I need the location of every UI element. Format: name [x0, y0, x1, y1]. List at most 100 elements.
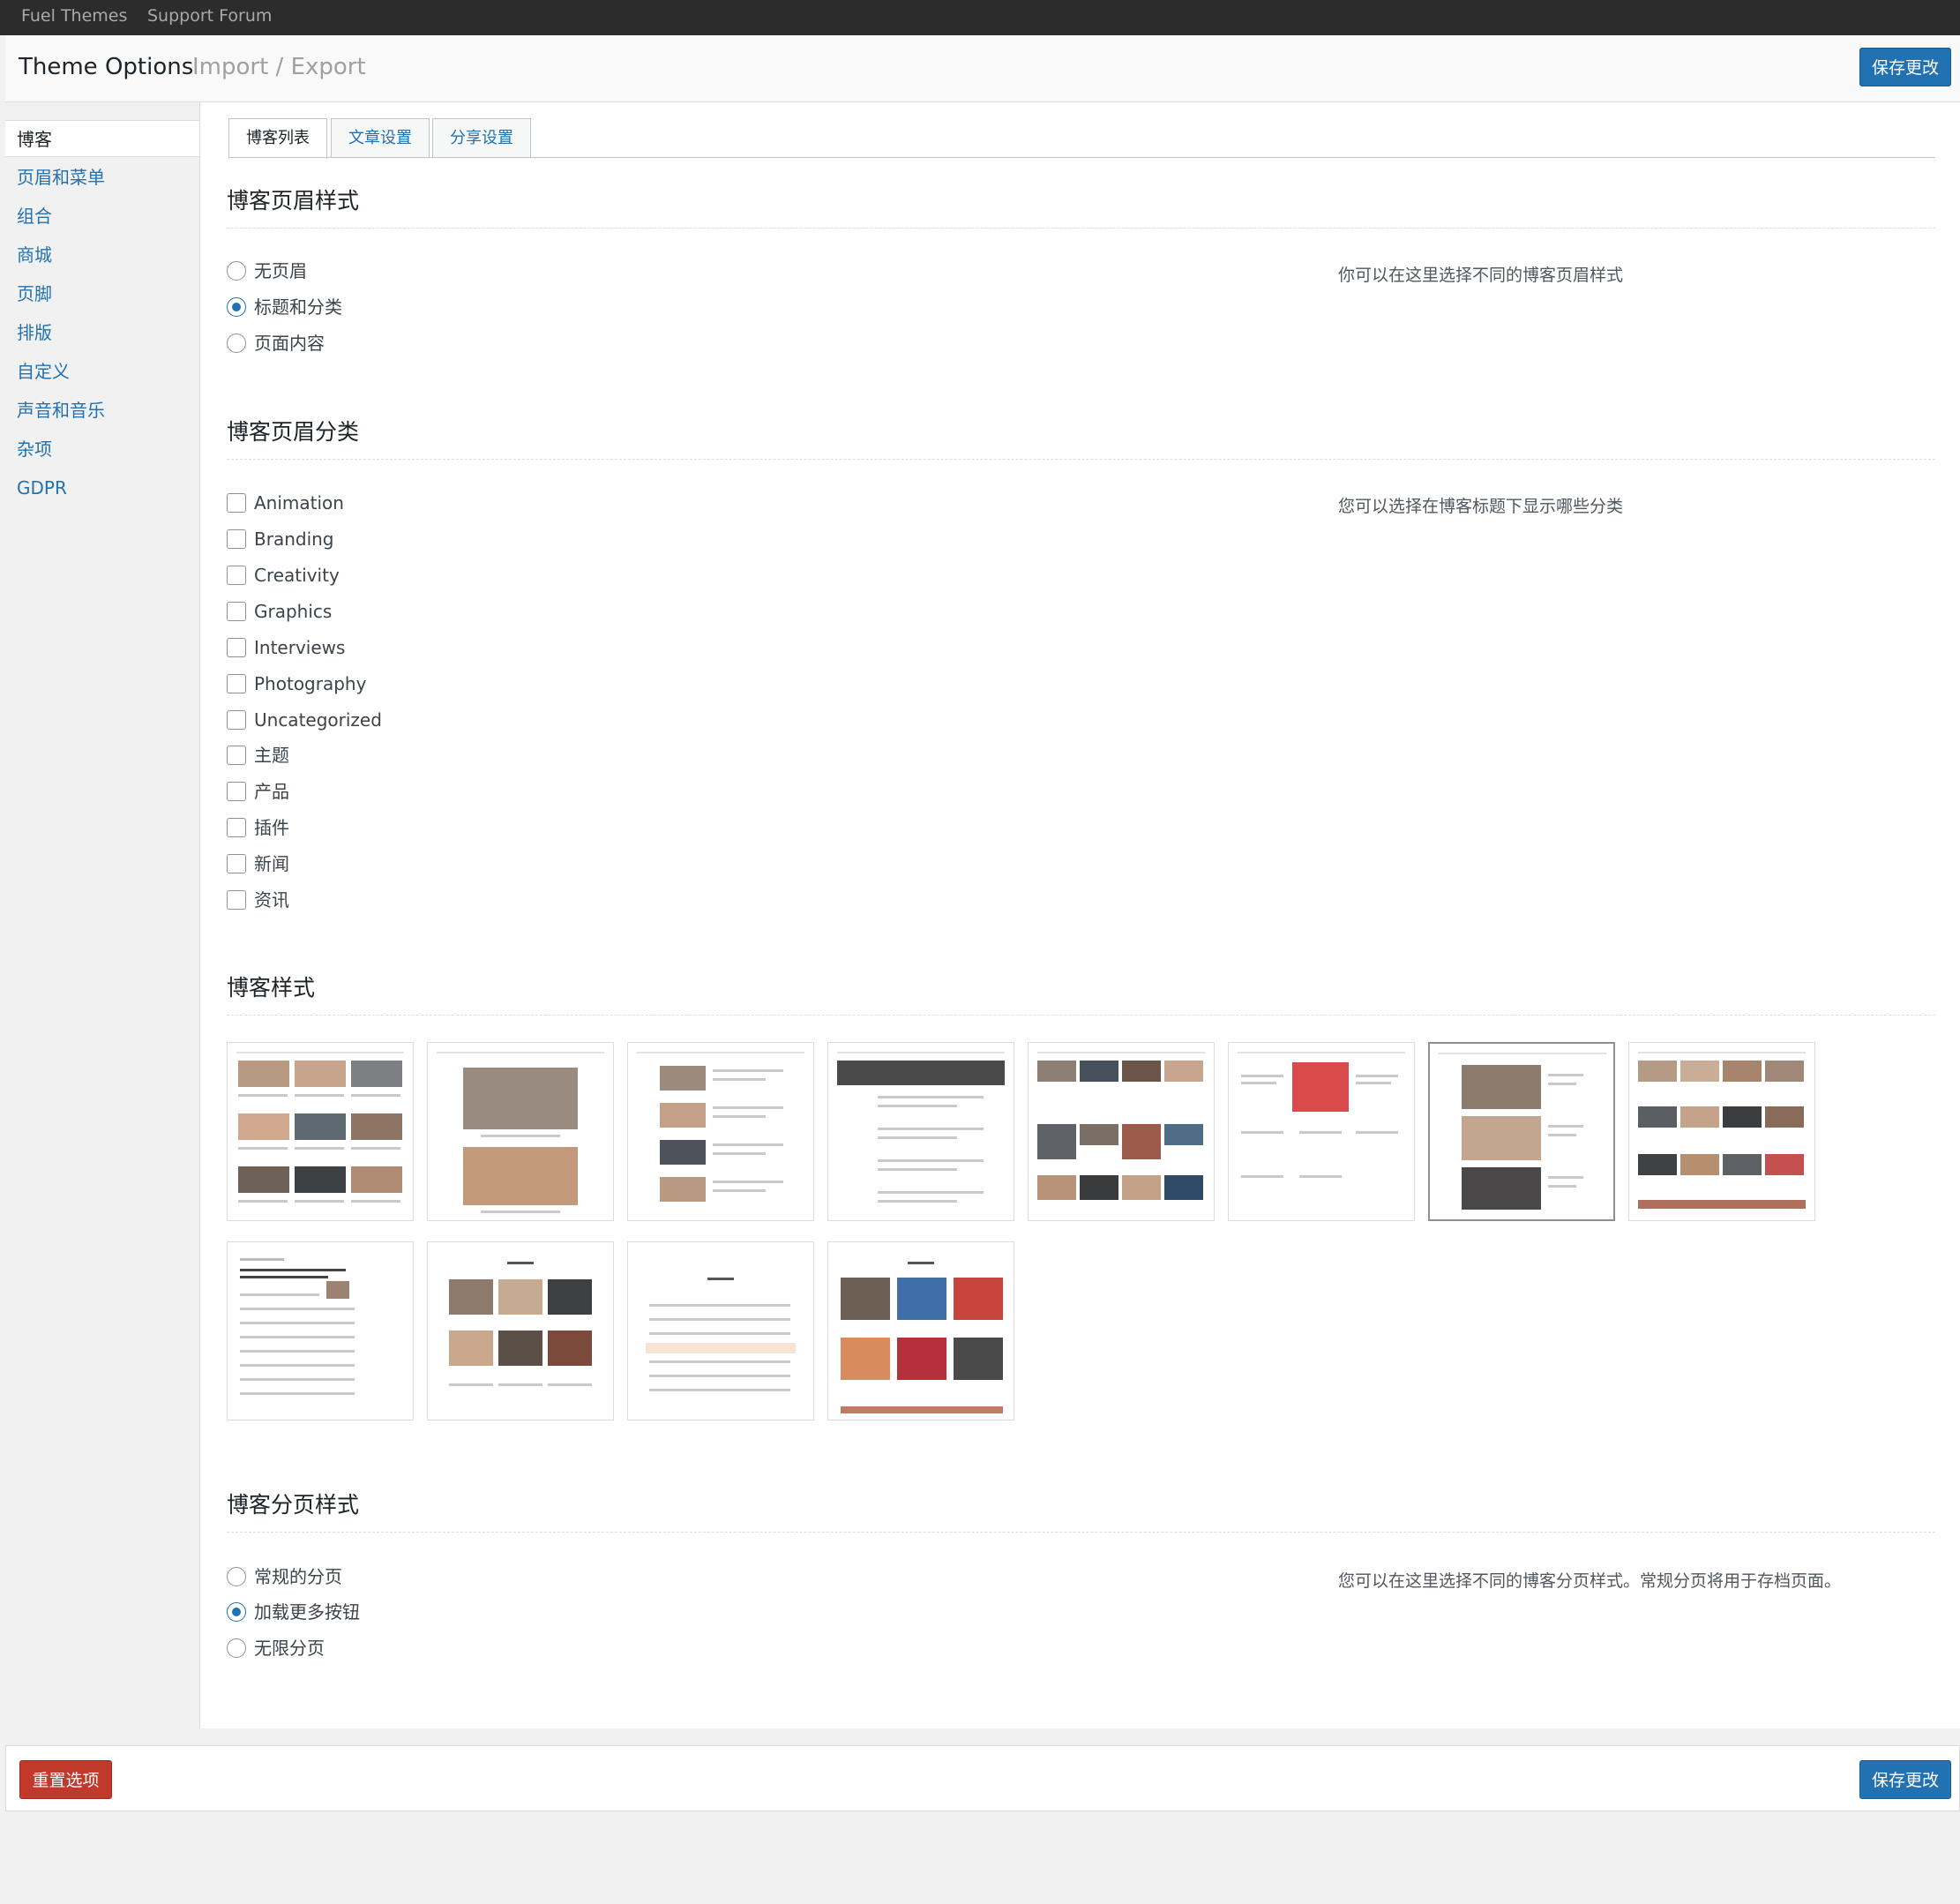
page-title[interactable]: Theme Options [19, 54, 193, 80]
radio-circle[interactable] [227, 1566, 246, 1586]
checkbox-interviews[interactable]: Interviews [227, 635, 345, 660]
header-categories-description: 您可以选择在博客标题下显示哪些分类 [1338, 497, 1624, 516]
section-divider [227, 228, 1935, 229]
checkbox-box[interactable] [227, 601, 246, 621]
sidebar-item-blog[interactable]: 博客 [5, 120, 199, 157]
checkbox-label: Creativity [254, 565, 340, 586]
sidebar-item-custom[interactable]: 自定义 [5, 353, 199, 390]
tab-share-settings[interactable]: 分享设置 [432, 118, 531, 158]
checkbox-product[interactable]: 产品 [227, 779, 289, 804]
blog-style-thumb-1[interactable] [227, 1042, 414, 1221]
radio-circle[interactable] [227, 260, 246, 281]
radio-circle[interactable] [227, 333, 246, 353]
checkbox-box[interactable] [227, 817, 246, 837]
tab-post-settings[interactable]: 文章设置 [331, 118, 430, 158]
sidebar-item-gdpr[interactable]: GDPR [5, 469, 199, 506]
checkbox-box[interactable] [227, 889, 246, 910]
checkbox-photography[interactable]: Photography [227, 671, 366, 696]
radio-regular-pagination[interactable]: 常规的分页 [227, 1564, 342, 1589]
tab-blog-list[interactable]: 博客列表 [228, 118, 327, 159]
checkbox-box[interactable] [227, 781, 246, 801]
checkbox-creativity[interactable]: Creativity [227, 563, 340, 588]
checkbox-label: Uncategorized [254, 709, 382, 731]
checkbox-box[interactable] [227, 565, 246, 585]
section-divider [227, 1532, 1935, 1533]
sidebar-item-misc[interactable]: 杂项 [5, 431, 199, 468]
pagination-description: 您可以在这里选择不同的博客分页样式。常规分页将用于存档页面。 [1338, 1571, 1842, 1591]
section-title-pagination: 博客分页样式 [227, 1492, 360, 1518]
sidebar-item-typography[interactable]: 排版 [5, 314, 199, 351]
checkbox-graphics[interactable]: Graphics [227, 599, 332, 624]
checkbox-uncategorized[interactable]: Uncategorized [227, 708, 382, 732]
sidebar-item-sound-music[interactable]: 声音和音乐 [5, 392, 199, 429]
section-title-blog-style: 博客样式 [227, 975, 316, 1001]
radio-page-content[interactable]: 页面内容 [227, 331, 325, 356]
checkbox-box[interactable] [227, 709, 246, 730]
radio-label: 常规的分页 [254, 1566, 342, 1587]
radio-circle[interactable] [227, 1638, 246, 1658]
sidebar-item-portfolio[interactable]: 组合 [5, 198, 199, 235]
radio-infinite-scroll[interactable]: 无限分页 [227, 1636, 325, 1660]
checkbox-label: 主题 [254, 745, 289, 766]
options-header: Theme Options Import / Export 保存更改 [5, 35, 1960, 102]
admin-top-bar: Fuel Themes Support Forum [0, 0, 1960, 35]
checkbox-animation[interactable]: Animation [227, 491, 344, 515]
checkbox-box[interactable] [227, 673, 246, 693]
import-export-link[interactable]: Import / Export [192, 54, 366, 80]
blog-style-thumb-7-selected[interactable] [1428, 1042, 1615, 1221]
checkbox-label: Animation [254, 492, 344, 513]
save-button-top[interactable]: 保存更改 [1859, 48, 1951, 86]
radio-title-category[interactable]: 标题和分类 [227, 295, 342, 319]
checkbox-box[interactable] [227, 853, 246, 873]
checkbox-label: 资讯 [254, 889, 289, 911]
blog-style-thumb-4[interactable] [827, 1042, 1014, 1221]
checkbox-label: Interviews [254, 637, 346, 658]
blog-style-thumb-5[interactable] [1028, 1042, 1215, 1221]
radio-circle-selected[interactable] [227, 1601, 246, 1622]
support-forum-link[interactable]: Support Forum [147, 6, 272, 26]
sidebar-item-header-menu[interactable]: 页眉和菜单 [5, 159, 199, 196]
checkbox-news[interactable]: 新闻 [227, 851, 289, 876]
blog-style-thumb-2[interactable] [427, 1042, 614, 1221]
radio-label: 无限分页 [254, 1638, 325, 1659]
section-title-header-categories: 博客页眉分类 [227, 419, 360, 445]
checkbox-label: Graphics [254, 601, 333, 622]
blog-style-thumb-8[interactable] [1628, 1042, 1815, 1221]
section-title-header-style: 博客页眉样式 [227, 188, 360, 214]
save-button-bottom[interactable]: 保存更改 [1859, 1760, 1951, 1799]
section-divider [227, 1015, 1935, 1016]
sidebar-item-shop[interactable]: 商城 [5, 236, 199, 274]
checkbox-branding[interactable]: Branding [227, 527, 334, 551]
blog-style-thumb-9[interactable] [227, 1241, 414, 1421]
checkbox-box[interactable] [227, 745, 246, 765]
radio-label: 加载更多按钮 [254, 1601, 360, 1623]
fuel-themes-link[interactable]: Fuel Themes [21, 6, 127, 26]
checkbox-label: 插件 [254, 817, 289, 838]
radio-load-more[interactable]: 加载更多按钮 [227, 1600, 360, 1624]
checkbox-label: 新闻 [254, 853, 289, 874]
options-main-panel: 博客列表 文章设置 分享设置 博客页眉样式 无页眉 标题和分类 页面内容 你可以… [200, 102, 1960, 1728]
checkbox-box[interactable] [227, 528, 246, 549]
radio-circle-selected[interactable] [227, 296, 246, 317]
radio-label: 标题和分类 [254, 296, 342, 318]
blog-style-thumb-6[interactable] [1228, 1042, 1415, 1221]
checkbox-box[interactable] [227, 492, 246, 513]
checkbox-label: Photography [254, 673, 367, 694]
checkbox-label: 产品 [254, 781, 289, 802]
radio-label: 无页眉 [254, 260, 307, 281]
blog-style-thumb-11[interactable] [627, 1241, 814, 1421]
sidebar-nav: 博客 页眉和菜单 组合 商城 页脚 排版 自定义 声音和音乐 杂项 GDPR [5, 102, 200, 1728]
section-divider [227, 459, 1935, 460]
blog-style-thumb-12[interactable] [827, 1241, 1014, 1421]
blog-style-thumb-10[interactable] [427, 1241, 614, 1421]
blog-style-thumb-3[interactable] [627, 1042, 814, 1221]
reset-options-button[interactable]: 重置选项 [19, 1760, 112, 1799]
checkbox-theme[interactable]: 主题 [227, 743, 289, 768]
checkbox-box[interactable] [227, 637, 246, 657]
checkbox-info[interactable]: 资讯 [227, 888, 289, 912]
sidebar-item-footer[interactable]: 页脚 [5, 275, 199, 312]
header-style-description: 你可以在这里选择不同的博客页眉样式 [1338, 266, 1624, 285]
radio-no-header[interactable]: 无页眉 [227, 259, 307, 283]
radio-label: 页面内容 [254, 333, 325, 354]
checkbox-plugin[interactable]: 插件 [227, 815, 289, 840]
